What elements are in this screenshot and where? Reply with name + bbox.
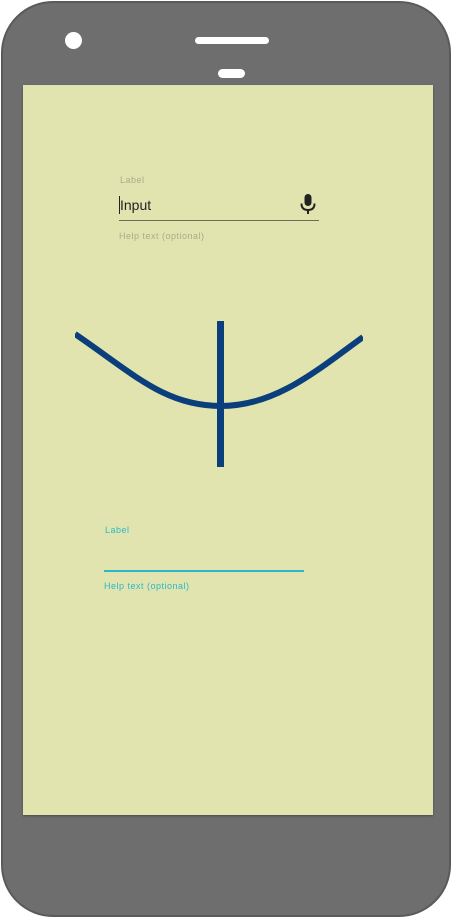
app-screen: Label Input Help text (optional) Label H…: [23, 85, 433, 815]
text-field-bottom[interactable]: Label Help text (optional): [104, 525, 304, 595]
vertical-line: [217, 321, 224, 467]
front-camera: [65, 32, 82, 49]
text-field-bottom-input[interactable]: [104, 541, 304, 572]
mic-icon[interactable]: [299, 193, 317, 217]
curve-graphic: [75, 321, 363, 467]
text-field-top-label: Label: [120, 175, 145, 185]
proximity-sensor: [218, 69, 245, 78]
text-field-bottom-label: Label: [105, 525, 130, 535]
text-field-top[interactable]: Label Input Help text (optional): [119, 175, 319, 245]
phone-frame: Label Input Help text (optional) Label H…: [0, 0, 456, 922]
text-field-bottom-help: Help text (optional): [104, 581, 190, 591]
earpiece-speaker: [195, 37, 269, 44]
text-field-top-value[interactable]: Input: [120, 197, 151, 213]
text-field-top-help: Help text (optional): [119, 231, 205, 241]
text-field-top-input[interactable]: Input: [119, 191, 319, 221]
